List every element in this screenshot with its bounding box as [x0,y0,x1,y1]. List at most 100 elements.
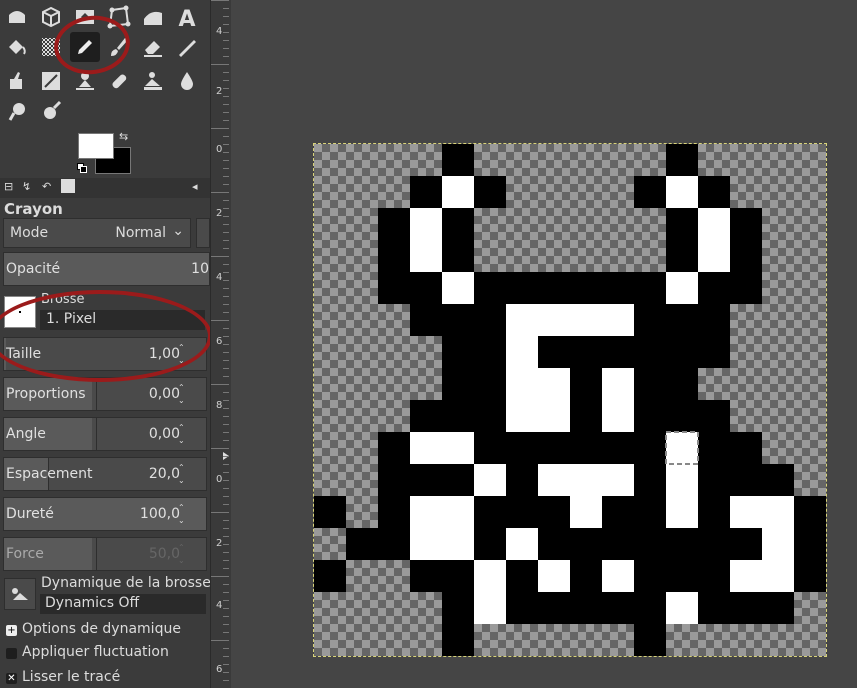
size-slider[interactable]: Taille 1,00 ⌃ ⌄ [3,337,207,371]
undo-history-tab-icon[interactable]: ↶ [42,180,51,193]
force-slider[interactable]: Force 50,0 ⌃⌄ ⁄ [3,537,215,571]
ratio-slider[interactable]: Proportions 0,00 ⌃⌄ ⁄ [3,377,215,411]
pixel [634,400,666,432]
apply-jitter-label[interactable]: Appliquer fluctuation [22,644,169,660]
hardness-spinner[interactable]: ⌃ ⌄ [178,501,188,527]
size-value: 1,00 [148,346,180,362]
pixel [698,208,730,240]
flip-icon[interactable] [70,2,100,32]
smooth-stroke-checkbox[interactable]: ✕ [6,673,17,684]
spacing-spinner[interactable]: ⌃ ⌄ [178,461,188,487]
3d-transform-icon[interactable] [36,2,66,32]
apply-jitter-checkbox[interactable] [6,648,17,659]
pixel [762,528,794,560]
pixel [570,432,602,464]
spacing-slider[interactable]: Espacement 20,0 ⌃⌄ ⁄ [3,457,215,491]
device-status-tab-icon[interactable]: ↯ [22,180,31,193]
pixel [378,240,410,272]
dynamics-options-expander[interactable]: + [6,625,17,636]
vertical-ruler[interactable]: 4 2 0 2 4 6 8 0 2 4 6 [210,0,232,688]
images-tab-icon[interactable] [61,179,75,193]
pixel [410,176,442,208]
default-colors-icon[interactable] [77,163,87,173]
cage-transform-icon[interactable] [104,2,134,32]
pixel [570,368,602,400]
mode-combobox[interactable]: Mode Normal ⌄ [3,218,191,248]
text-icon[interactable]: A [172,2,202,32]
paths-icon[interactable] [138,2,168,32]
pixel [570,272,602,304]
brush-preview-button[interactable] [4,296,36,328]
warp-icon[interactable] [2,2,32,32]
size-spinner[interactable]: ⌃ ⌄ [178,341,188,367]
brush-name-field[interactable]: 1. Pixel [40,310,205,330]
pixel [506,528,538,560]
pixel [506,464,538,496]
pixel [506,368,538,400]
angle-spinner[interactable]: ⌃ ⌄ [178,421,188,447]
perspective-clone-icon[interactable] [138,66,168,96]
opacity-slider[interactable]: Opacité 10 [3,252,210,286]
ratio-value: 0,00 [148,386,180,402]
image-canvas[interactable] [314,144,826,656]
spacing-label: Espacement [6,466,93,482]
dynamics-label: Dynamique de la brosse [41,575,211,591]
configure-tab-icon[interactable]: ◂ [192,180,198,193]
pencil-icon[interactable] [70,32,100,62]
dynamics-name-field[interactable]: Dynamics Off [40,594,206,614]
pixel [442,240,474,272]
pixel [442,560,474,592]
pixel [634,496,666,528]
pixel [730,208,762,240]
clone-icon[interactable] [70,66,100,96]
pixel [570,496,602,528]
pixel [346,528,378,560]
brush-outline-cursor [665,431,699,465]
pixel [506,560,538,592]
ruler-label: 6 [216,664,223,675]
ink-icon[interactable] [2,66,32,96]
pixel [634,464,666,496]
ratio-spinner[interactable]: ⌃ ⌄ [178,381,188,407]
pixel [602,368,634,400]
force-spinner[interactable]: ⌃ ⌄ [178,541,188,567]
angle-slider[interactable]: Angle 0,00 ⌃⌄ ⁄ [3,417,215,451]
dodge-icon[interactable] [36,96,66,126]
mode-label: Mode [10,225,49,241]
airbrush-icon[interactable] [172,32,202,62]
pixel [666,496,698,528]
heal-icon[interactable] [104,66,134,96]
gradient-icon[interactable] [36,32,66,62]
pixel [698,432,730,464]
paintbrush-icon[interactable] [104,32,134,62]
eraser-icon[interactable] [138,32,168,62]
paint-bucket-icon[interactable] [2,32,32,62]
dynamics-preview-button[interactable] [4,578,36,610]
smooth-stroke-label[interactable]: Lisser le tracé [22,669,120,685]
mode-reset-button[interactable] [196,218,210,248]
pixel [602,432,634,464]
pixel [474,560,506,592]
swap-colors-icon[interactable]: ⇆ [119,130,128,143]
size-label: Taille [6,346,42,362]
pixel [698,400,730,432]
dynamics-options-label[interactable]: Options de dynamique [22,621,181,637]
pixel [410,432,442,464]
hardness-value: 100,0 [139,506,180,522]
pixel [666,592,698,624]
pixel [666,336,698,368]
pixel [666,176,698,208]
tool-options-tab-icon[interactable]: ⊟ [4,180,13,193]
pixel [570,304,602,336]
mypaint-icon[interactable] [36,66,66,96]
hardness-slider[interactable]: Dureté 100,0 ⌃⌄ ⁄ [3,497,215,531]
foreground-color-swatch[interactable] [78,133,114,159]
pixel [442,176,474,208]
smudge-icon[interactable] [2,96,32,126]
pixel [666,528,698,560]
pixel [794,528,826,560]
blur-icon[interactable] [172,66,202,96]
pixel [506,272,538,304]
ruler-label: 4 [216,272,223,283]
pixel [442,272,474,304]
